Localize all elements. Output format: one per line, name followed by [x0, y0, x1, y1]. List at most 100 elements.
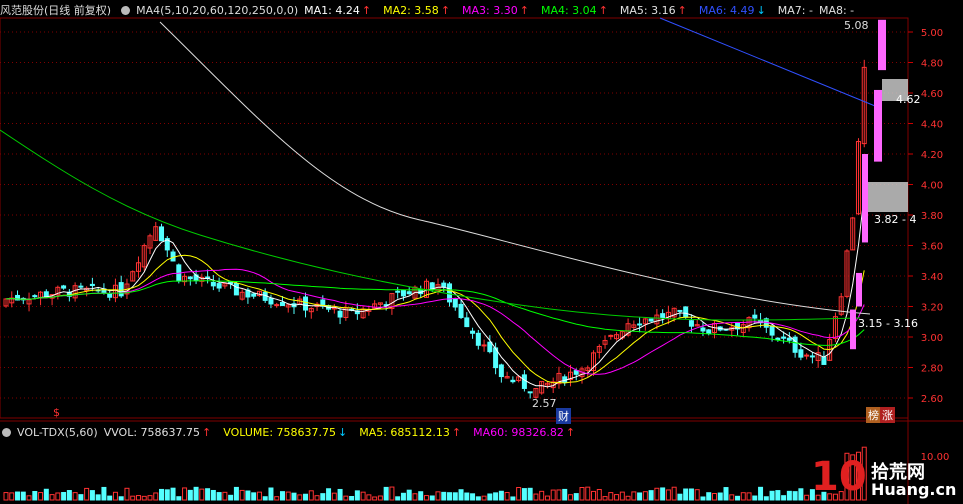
volume-bar	[521, 488, 527, 501]
volume-bar	[625, 495, 631, 501]
volume-bar	[239, 489, 245, 501]
logo-big: 10	[811, 454, 867, 500]
volume-bar	[550, 489, 556, 501]
volume-bar	[475, 496, 481, 501]
price-tag-4-62: 4.62	[896, 93, 921, 106]
candle-body	[337, 310, 343, 318]
volume-bar	[452, 492, 458, 501]
candle-body	[303, 296, 309, 311]
bang-marker[interactable]: 榜	[866, 407, 881, 423]
zhang-marker[interactable]: 涨	[880, 407, 895, 423]
candle-body	[700, 327, 706, 332]
volume-bar	[781, 495, 787, 501]
candle-body	[798, 349, 804, 358]
candle-body	[874, 89, 882, 162]
low-label: 2.57	[532, 397, 557, 410]
volume-bar	[556, 489, 562, 501]
volume-bar	[562, 488, 568, 501]
volume-bar	[510, 496, 516, 501]
volume-bar	[107, 495, 113, 501]
candle-body	[862, 154, 868, 243]
price-axis-label: 2.60	[921, 394, 943, 405]
volume-bar	[631, 491, 637, 501]
price-axis-label: 3.80	[921, 211, 943, 222]
volume-bar	[429, 495, 435, 501]
volume-bar	[147, 495, 153, 501]
candle-body	[521, 374, 527, 389]
volume-bar	[66, 490, 72, 501]
volume-bar	[135, 495, 141, 501]
candle-body	[43, 291, 49, 298]
volume-bar	[233, 486, 239, 501]
volume-bar	[268, 487, 274, 501]
volume-bar	[573, 493, 579, 501]
volume-bar	[372, 496, 378, 501]
volume-bar	[354, 490, 360, 501]
candle-body	[706, 329, 712, 334]
volume-bar	[164, 489, 170, 501]
volume-bar	[423, 495, 429, 501]
volume-bar	[38, 492, 44, 501]
candle-body	[804, 354, 810, 357]
volume-bar	[602, 496, 608, 501]
candle-body	[677, 309, 683, 312]
volume-bar	[210, 489, 216, 501]
volume-bar	[112, 491, 118, 501]
candle-body	[481, 344, 487, 347]
volume-bar	[527, 487, 533, 501]
volume-bar	[763, 496, 769, 501]
candle-body	[856, 272, 862, 307]
logo-bottom: Huang.cn	[871, 480, 957, 499]
volume-bar	[245, 490, 251, 501]
candle-body	[487, 341, 493, 353]
candle-body	[107, 293, 113, 298]
kline-chart[interactable]: 5.00 4.80 4.60 4.40 4.20 4.00 3.80 3.60 3.40 3.20…	[0, 0, 963, 504]
volume-bar	[677, 493, 683, 501]
volume-bar	[493, 492, 499, 501]
volume-bar	[15, 491, 21, 501]
volume-bar	[683, 488, 689, 501]
volume-bar	[170, 487, 176, 501]
candle-body	[216, 283, 222, 289]
volume-bar	[671, 486, 677, 501]
volume-bar	[3, 492, 9, 501]
volume-bar	[262, 496, 268, 501]
volume-bar	[706, 492, 712, 501]
candle-body	[775, 337, 781, 341]
candle-body	[688, 320, 694, 327]
candle-body	[527, 391, 533, 394]
price-axis-label: 3.20	[921, 303, 943, 314]
volume-bar	[786, 490, 792, 501]
price-axis-label: 4.20	[921, 150, 943, 161]
volume-bar	[596, 488, 602, 501]
volume-bar	[660, 487, 666, 501]
volume-bar	[619, 491, 625, 501]
volume-bar	[470, 493, 476, 501]
volume-bar	[769, 490, 775, 501]
candle-body	[78, 285, 84, 288]
volume-bar	[395, 496, 401, 501]
candle-body	[821, 356, 827, 365]
volume-bar	[176, 496, 182, 501]
volume-bar	[78, 494, 84, 501]
cai-marker[interactable]: 财	[556, 408, 571, 424]
volume-bar	[717, 492, 723, 501]
candle-body	[395, 290, 401, 293]
high-label: 5.08	[844, 19, 869, 32]
candle-body	[683, 306, 689, 318]
volume-bar	[665, 489, 671, 501]
volume-bar	[804, 494, 810, 501]
price-tag-3-15: 3.15 - 3.16	[858, 317, 918, 330]
dollar-marker[interactable]: $	[51, 406, 62, 419]
volume-bar	[101, 486, 107, 501]
candle-body	[475, 332, 481, 346]
candle-body	[608, 334, 614, 337]
volume-bar	[159, 488, 165, 501]
volume-bar	[464, 492, 470, 501]
volume-bar	[349, 495, 355, 501]
volume-bar	[182, 487, 188, 501]
volume-bar	[326, 488, 332, 501]
volume-bar	[487, 493, 493, 501]
candle-body	[118, 282, 124, 297]
price-axis-label: 3.40	[921, 272, 943, 283]
